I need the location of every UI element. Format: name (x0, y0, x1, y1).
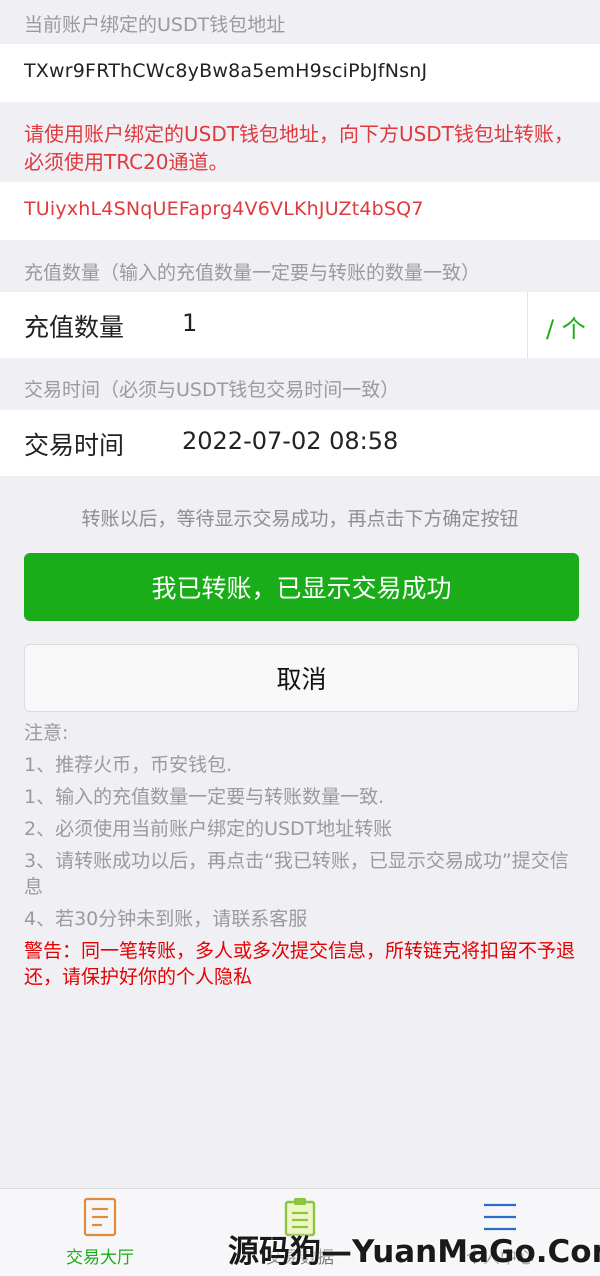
time-field-label: 交易时间 (24, 431, 125, 460)
note-item: 3、请转账成功以后，再点击“我已转账，已显示交易成功”提交信息 (24, 850, 569, 898)
wallet-section-label: 当前账户绑定的USDT钱包地址 (24, 14, 286, 36)
note-item: 2、必须使用当前账户绑定的USDT地址转账 (24, 818, 393, 840)
bound-wallet-address: TXwr9FRThCWc8yBw8a5emH9sciPbJfNsnJ (24, 60, 428, 82)
transfer-instruction: 请使用账户绑定的USDT钱包地址，向下方USDT钱包址转账，必须使用TRC20通… (24, 122, 574, 174)
warning-text: 警告：同一笔转账，多人或多次提交信息，所转链克将扣留不予退还，请保护好你的个人隐… (24, 940, 576, 988)
tab-trading-hall-label: 交易大厅 (66, 1248, 134, 1268)
cancel-button[interactable]: 取消 (24, 644, 579, 712)
amount-unit-divider (527, 292, 528, 358)
tab-trading-hall[interactable]: 交易大厅 (0, 1189, 200, 1276)
deposit-address-row[interactable]: TUiyxhL4SNqUEFaprg4V6VLKhJUZt4bSQ7 (0, 182, 600, 240)
amount-input[interactable]: 1 (182, 309, 197, 337)
deposit-wallet-address[interactable]: TUiyxhL4SNqUEFaprg4V6VLKhJUZt4bSQ7 (24, 198, 424, 220)
time-row: 交易时间 2022-07-02 08:58 (0, 410, 600, 476)
wallet-address-row: TXwr9FRThCWc8yBw8a5emH9sciPbJfNsnJ (0, 44, 600, 102)
transfer-hint: 转账以后，等待显示交易成功，再点击下方确定按钮 (81, 508, 519, 530)
notes-section: 注意: 1、推荐火币，币安钱包. 1、输入的充值数量一定要与转账数量一致. 2、… (24, 720, 580, 990)
amount-field-label: 充值数量 (24, 313, 125, 342)
note-item: 4、若30分钟未到账，请联系客服 (24, 908, 308, 930)
time-section-label: 交易时间（必须与USDT钱包交易时间一致） (24, 379, 400, 401)
notes-title: 注意: (24, 722, 69, 744)
note-item: 1、输入的充值数量一定要与转账数量一致. (24, 786, 385, 808)
time-input[interactable]: 2022-07-02 08:58 (182, 427, 398, 455)
note-item: 1、推荐火币，币安钱包. (24, 754, 233, 776)
usdt-recharge-page: 当前账户绑定的USDT钱包地址 TXwr9FRThCWc8yBw8a5emH9s… (0, 0, 600, 1276)
confirm-transfer-button[interactable]: 我已转账，已显示交易成功 (24, 553, 579, 621)
amount-row: 充值数量 1 / 个 (0, 292, 600, 358)
document-list-icon (83, 1197, 117, 1237)
site-watermark: 源码狗—YuanMaGo.Com (228, 1234, 600, 1270)
amount-unit-label: / 个 (546, 315, 586, 343)
amount-section-label: 充值数量（输入的充值数量一定要与转账的数量一致） (24, 262, 481, 284)
